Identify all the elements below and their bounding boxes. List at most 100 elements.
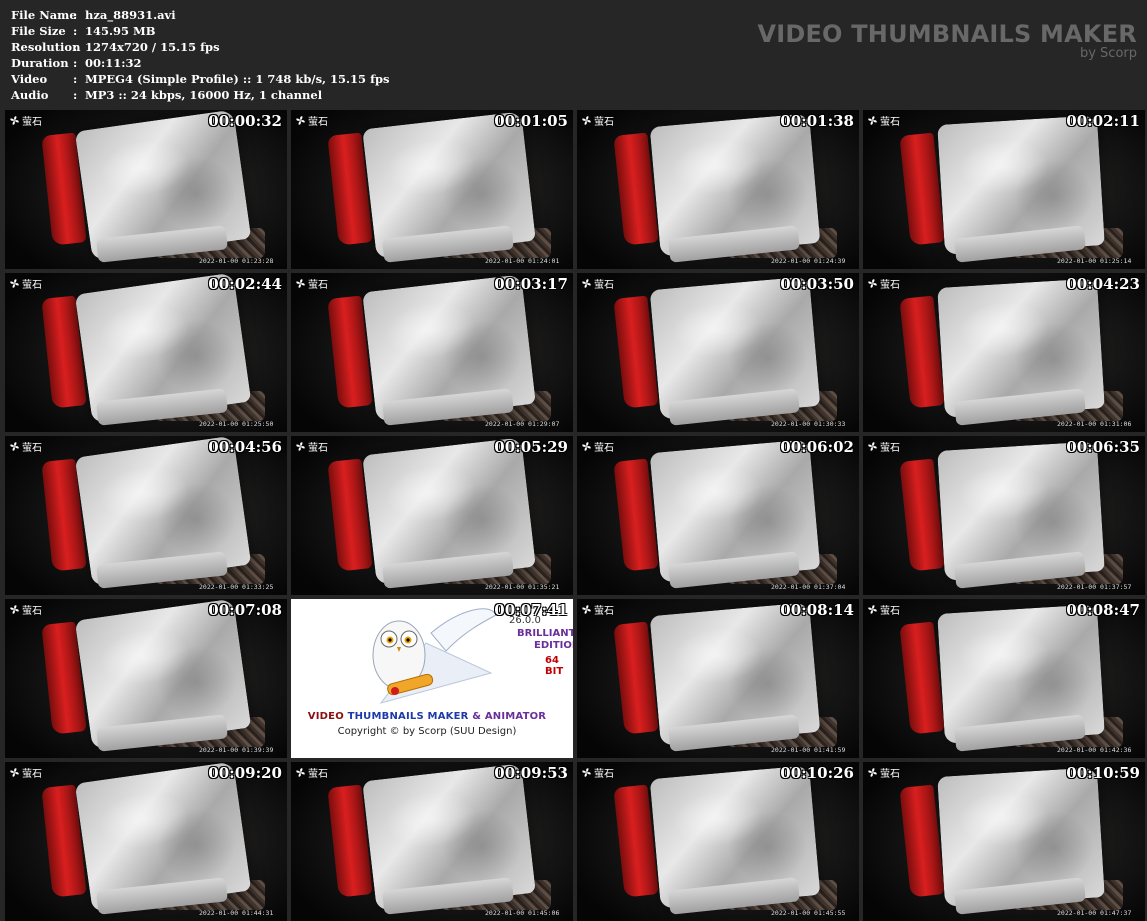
- camera-logo-text: 萤石: [22, 606, 42, 617]
- video-thumbnail[interactable]: 萤石 00:04:23 2022-01-00 01:31:06: [863, 273, 1145, 432]
- info-separator: :: [73, 56, 78, 70]
- video-thumbnail[interactable]: 萤石 00:09:53 2022-01-00 01:45:06: [291, 762, 573, 921]
- fan-logo-icon: [868, 442, 877, 451]
- camera-logo-text: 萤石: [594, 280, 614, 291]
- video-thumbnail[interactable]: 萤石 00:05:29 2022-01-00 01:35:21: [291, 436, 573, 595]
- video-thumbnail[interactable]: 萤石 00:08:14 2022-01-00 01:41:59: [577, 599, 859, 758]
- camera-logo: 萤石: [9, 765, 42, 780]
- fan-logo-icon: [582, 442, 591, 451]
- fan-logo-icon: [10, 279, 19, 288]
- info-row: File Name: hza_88931.avi: [11, 7, 390, 23]
- video-thumbnail[interactable]: 萤石 00:10:26 2022-01-00 01:45:55: [577, 762, 859, 921]
- camera-logo-text: 萤石: [22, 280, 42, 291]
- camera-datetime-stamp: 2022-01-00 01:39:39: [199, 746, 274, 754]
- thumbnail-timestamp: 00:06:02: [780, 438, 854, 456]
- camera-logo-text: 萤石: [308, 280, 328, 291]
- info-row: File Size:145.95 MB: [11, 23, 390, 39]
- ad-bits: 64 BIT: [545, 655, 564, 677]
- fan-logo-icon: [868, 768, 877, 777]
- ad-thumbnail[interactable]: 00:07:4126.0.0BRILLIANTEDITION64 BITVIDE…: [291, 599, 573, 758]
- video-thumbnail[interactable]: 萤石 00:06:35 2022-01-00 01:37:57: [863, 436, 1145, 595]
- camera-logo: 萤石: [581, 765, 614, 780]
- info-label: Resolution: [11, 40, 81, 54]
- fan-logo-icon: [296, 116, 305, 125]
- camera-logo: 萤石: [867, 439, 900, 454]
- camera-datetime-stamp: 2022-01-00 01:45:06: [485, 909, 560, 917]
- camera-logo: 萤石: [867, 765, 900, 780]
- camera-datetime-stamp: 2022-01-00 01:44:31: [199, 909, 274, 917]
- info-label: Video: [11, 72, 48, 86]
- camera-logo-text: 萤石: [22, 443, 42, 454]
- fan-logo-icon: [868, 279, 877, 288]
- camera-datetime-stamp: 2022-01-00 01:35:21: [485, 583, 560, 591]
- info-separator: :: [73, 24, 78, 38]
- fan-logo-icon: [10, 116, 19, 125]
- info-row: Video: MPEG4 (Simple Profile) :: 1 748 kb…: [11, 71, 390, 87]
- fan-logo-icon: [868, 116, 877, 125]
- ad-title-part2: THUMBNAILS MAKER: [347, 711, 469, 722]
- info-value: 00:11:32: [85, 56, 142, 70]
- brand-watermark: VIDEO THUMBNAILS MAKER by Scorp: [757, 20, 1137, 60]
- ad-edition-line2: EDITION: [534, 640, 573, 651]
- fan-logo-icon: [868, 605, 877, 614]
- video-thumbnail[interactable]: 萤石 00:06:02 2022-01-00 01:37:04: [577, 436, 859, 595]
- camera-logo: 萤石: [295, 765, 328, 780]
- camera-logo: 萤石: [867, 602, 900, 617]
- camera-logo: 萤石: [867, 276, 900, 291]
- video-thumbnail[interactable]: 萤石 00:03:17 2022-01-00 01:29:07: [291, 273, 573, 432]
- video-thumbnail[interactable]: 萤石 00:07:08 2022-01-00 01:39:39: [5, 599, 287, 758]
- camera-logo: 萤石: [295, 276, 328, 291]
- ad-edition-line1: BRILLIANT: [517, 628, 573, 639]
- thumbnail-timestamp: 00:01:05: [494, 112, 568, 130]
- info-label: Duration: [11, 56, 69, 70]
- info-label: File Size: [11, 24, 66, 38]
- video-thumbnail[interactable]: 萤石 00:10:59 2022-01-00 01:47:37: [863, 762, 1145, 921]
- camera-datetime-stamp: 2022-01-00 01:31:06: [1057, 420, 1132, 428]
- camera-datetime-stamp: 2022-01-00 01:42:36: [1057, 746, 1132, 754]
- video-thumbnail[interactable]: 萤石 00:03:50 2022-01-00 01:30:33: [577, 273, 859, 432]
- thumbnail-timestamp: 00:08:47: [1066, 601, 1140, 619]
- video-thumbnail[interactable]: 萤石 00:04:56 2022-01-00 01:33:25: [5, 436, 287, 595]
- camera-logo-text: 萤石: [594, 443, 614, 454]
- camera-logo: 萤石: [9, 276, 42, 291]
- camera-logo: 萤石: [9, 113, 42, 128]
- video-thumbnail[interactable]: 萤石 00:01:38 2022-01-00 01:24:39: [577, 110, 859, 269]
- camera-logo: 萤石: [581, 602, 614, 617]
- camera-logo-text: 萤石: [308, 769, 328, 780]
- ad-title-part1: VIDEO: [307, 711, 344, 722]
- camera-datetime-stamp: 2022-01-00 01:25:50: [199, 420, 274, 428]
- info-label: File Name: [11, 8, 77, 22]
- video-thumbnail[interactable]: 萤石 00:01:05 2022-01-00 01:24:01: [291, 110, 573, 269]
- camera-logo: 萤石: [867, 113, 900, 128]
- ad-version: 26.0.0: [509, 615, 541, 626]
- camera-logo-text: 萤石: [308, 117, 328, 128]
- video-thumbnail[interactable]: 萤石 00:00:32 2022-01-00 01:23:28: [5, 110, 287, 269]
- camera-logo: 萤石: [9, 439, 42, 454]
- info-value: MP3 :: 24 kbps, 16000 Hz, 1 channel: [85, 88, 323, 102]
- camera-logo: 萤石: [295, 439, 328, 454]
- fan-logo-icon: [296, 279, 305, 288]
- camera-logo-text: 萤石: [594, 117, 614, 128]
- thumbnail-timestamp: 00:02:11: [1066, 112, 1140, 130]
- thumbnail-timestamp: 00:03:50: [780, 275, 854, 293]
- camera-datetime-stamp: 2022-01-00 01:47:37: [1057, 909, 1132, 917]
- video-thumbnail[interactable]: 萤石 00:02:11 2022-01-00 01:25:14: [863, 110, 1145, 269]
- camera-datetime-stamp: 2022-01-00 01:24:01: [485, 257, 560, 265]
- thumbnail-timestamp: 00:03:17: [494, 275, 568, 293]
- camera-logo-text: 萤石: [880, 443, 900, 454]
- camera-logo-text: 萤石: [880, 606, 900, 617]
- video-thumbnail[interactable]: 萤石 00:02:44 2022-01-00 01:25:50: [5, 273, 287, 432]
- info-separator: :: [73, 8, 78, 22]
- fan-logo-icon: [582, 768, 591, 777]
- camera-datetime-stamp: 2022-01-00 01:25:14: [1057, 257, 1132, 265]
- video-thumbnail[interactable]: 萤石 00:09:20 2022-01-00 01:44:31: [5, 762, 287, 921]
- thumbnail-timestamp: 00:09:53: [494, 764, 568, 782]
- info-value: 1274x720 / 15.15 fps: [85, 40, 220, 54]
- video-thumbnail[interactable]: 萤石 00:08:47 2022-01-00 01:42:36: [863, 599, 1145, 758]
- fan-logo-icon: [10, 442, 19, 451]
- fan-logo-icon: [582, 116, 591, 125]
- fan-logo-icon: [582, 279, 591, 288]
- camera-logo-text: 萤石: [22, 117, 42, 128]
- camera-logo-text: 萤石: [880, 117, 900, 128]
- fan-logo-icon: [10, 768, 19, 777]
